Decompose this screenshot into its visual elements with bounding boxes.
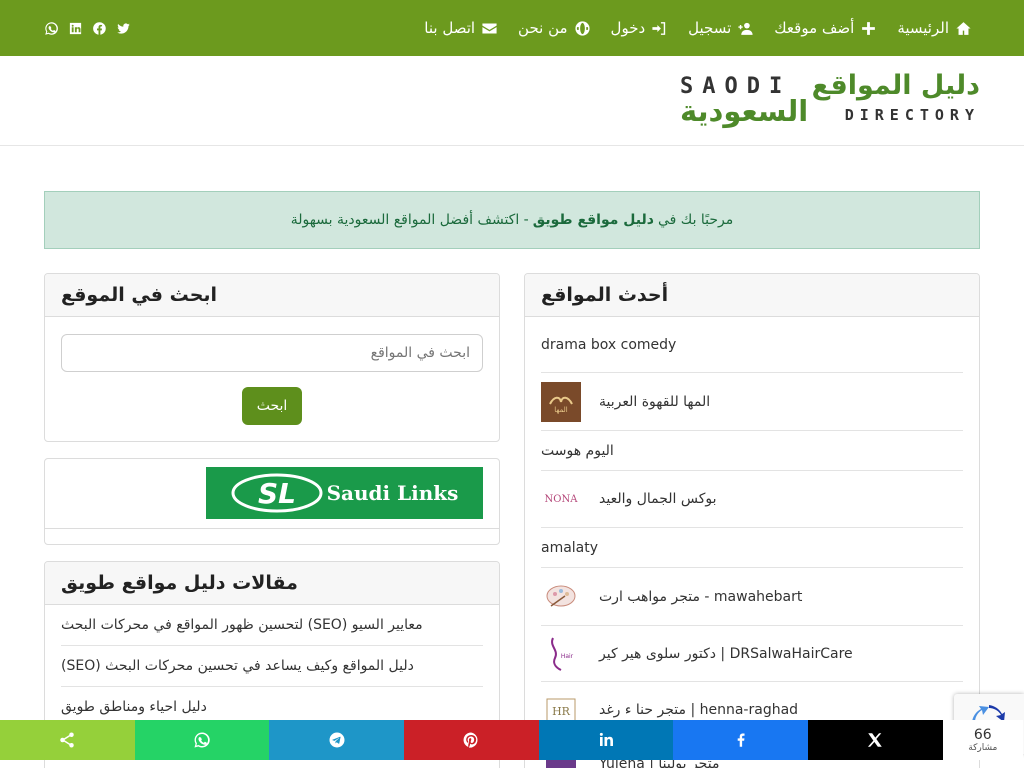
alert-suffix: - اكتشف أفضل المواقع السعودية بسهولة xyxy=(290,212,529,228)
share-telegram-button[interactable] xyxy=(269,720,405,760)
search-title: ابحث في الموقع xyxy=(45,274,499,317)
nav-about-label: من نحن xyxy=(518,19,568,37)
coffee-logo: المها xyxy=(541,381,581,422)
article-link[interactable]: دليل المواقع وكيف يساعد في تحسين محركات … xyxy=(61,646,483,687)
logo-arabic-top: دليل المواقع xyxy=(811,70,980,101)
svg-text:المها: المها xyxy=(554,406,568,414)
nav-add-site[interactable]: أضف موقعك xyxy=(774,19,877,37)
site-item-label: بوكس الجمال والعيد xyxy=(599,491,717,507)
site-item[interactable]: المها المها للقهوة العربية xyxy=(541,373,963,431)
share-x-button[interactable] xyxy=(808,720,943,760)
latest-sites-title: أحدث المواقع xyxy=(525,274,979,317)
header-logo-bar: SAODI دليل المواقع السعودية DIRECTORY xyxy=(0,56,1024,146)
share-linkedin-button[interactable] xyxy=(538,720,674,760)
nav-add-site-label: أضف موقعك xyxy=(774,19,855,37)
site-item-label: mawahebart - متجر مواهب ارت xyxy=(599,588,803,605)
search-card: ابحث في الموقع ابحث xyxy=(44,273,500,442)
site-item[interactable]: drama box comedy xyxy=(541,317,963,373)
linkedin-icon xyxy=(599,732,614,746)
ad-divider xyxy=(45,528,499,529)
nav-contact[interactable]: اتصل بنا xyxy=(424,19,498,37)
twitter-icon[interactable] xyxy=(116,21,131,36)
pinterest-icon xyxy=(463,732,478,748)
share-facebook-button[interactable] xyxy=(673,720,809,760)
top-navbar: الرئيسية أضف موقعك تسجيل دخول من نحن اتص… xyxy=(0,0,1024,56)
nona-logo-text: NONA xyxy=(544,493,578,505)
saudi-links-logo: SL xyxy=(231,473,323,513)
site-item[interactable]: اليوم هوست xyxy=(541,431,963,471)
whatsapp-icon[interactable] xyxy=(44,21,59,36)
nav-home-label: الرئيسية xyxy=(897,19,949,37)
nav-register-label: تسجيل xyxy=(688,19,732,37)
share-count-number: 66 xyxy=(973,727,992,743)
art-logo xyxy=(541,577,581,617)
saudi-links-text: Saudi Links xyxy=(326,481,459,505)
globe-icon xyxy=(574,20,590,36)
site-logo[interactable]: SAODI دليل المواقع السعودية DIRECTORY xyxy=(680,70,980,130)
search-button[interactable]: ابحث xyxy=(242,387,302,425)
site-item-label: DRSalwaHairCare | دكتور سلوى هير كير xyxy=(599,645,853,662)
facebook-icon xyxy=(737,733,745,747)
site-item[interactable]: amalaty xyxy=(541,528,963,568)
plus-icon xyxy=(862,21,876,35)
ad-card: SL Saudi Links xyxy=(44,458,500,545)
envelope-icon xyxy=(482,23,497,33)
saudi-links-banner[interactable]: SL Saudi Links xyxy=(206,467,483,519)
share-icon xyxy=(60,732,75,748)
articles-title: مقالات دليل مواقع طويق xyxy=(45,562,499,605)
site-item[interactable]: mawahebart - متجر مواهب ارت xyxy=(541,568,963,626)
share-count-label: مشاركة xyxy=(968,743,998,753)
nav-register[interactable]: تسجيل xyxy=(688,19,754,37)
alert-brand: دليل مواقع طويق xyxy=(532,212,654,228)
share-whatsapp-button[interactable] xyxy=(134,720,270,760)
latest-sites-card: أحدث المواقع drama box comedy المها المه… xyxy=(524,273,980,768)
share-count: 66 مشاركة xyxy=(942,720,1023,760)
linkedin-icon[interactable] xyxy=(68,21,83,36)
social-links xyxy=(44,0,131,56)
x-icon xyxy=(868,733,883,747)
site-item-label: اليوم هوست xyxy=(541,442,614,459)
site-item[interactable]: NONA بوكس الجمال والعيد xyxy=(541,471,963,528)
site-item-label: henna-raghad | متجر حنا ء رغد xyxy=(599,702,799,718)
search-input[interactable] xyxy=(61,334,483,372)
hair-logo: Hair xyxy=(541,634,581,674)
article-link[interactable]: معايير السيو (SEO) لتحسين ظهور المواقع ف… xyxy=(61,605,483,646)
nav-login[interactable]: دخول xyxy=(611,19,669,37)
site-item-label: المها للقهوة العربية xyxy=(599,393,711,410)
facebook-icon[interactable] xyxy=(92,21,107,36)
welcome-alert: مرحبًا بك في دليل مواقع طويق - اكتشف أفض… xyxy=(44,191,980,249)
svg-text:Hair: Hair xyxy=(561,653,574,660)
user-plus-icon xyxy=(738,22,753,35)
share-pinterest-button[interactable] xyxy=(404,720,539,760)
share-bar: 66 مشاركة xyxy=(0,720,1024,760)
nav-home[interactable]: الرئيسية xyxy=(897,19,972,37)
site-item[interactable]: Hair DRSalwaHairCare | دكتور سلوى هير كي… xyxy=(541,626,963,682)
nav-about[interactable]: من نحن xyxy=(518,19,591,37)
nona-logo: NONA xyxy=(541,479,581,519)
nav-login-label: دخول xyxy=(610,19,646,37)
telegram-icon xyxy=(329,732,345,748)
sign-in-icon xyxy=(652,21,666,35)
share-button[interactable] xyxy=(0,720,135,760)
latest-sites-list: drama box comedy المها المها للقهوة العر… xyxy=(525,317,979,768)
alert-prefix: مرحبًا بك في xyxy=(657,212,734,228)
site-item-label: drama box comedy xyxy=(541,336,677,353)
svg-text:SL: SL xyxy=(258,477,296,510)
logo-arabic-bottom: السعودية xyxy=(680,94,809,128)
site-item-label: amalaty xyxy=(541,539,599,556)
whatsapp-icon xyxy=(194,732,210,748)
logo-english-bottom: DIRECTORY xyxy=(844,106,980,124)
main-nav: الرئيسية أضف موقعك تسجيل دخول من نحن اتص… xyxy=(424,0,972,56)
home-icon xyxy=(956,21,971,35)
svg-text:HR: HR xyxy=(552,705,571,718)
nav-contact-label: اتصل بنا xyxy=(424,19,476,37)
